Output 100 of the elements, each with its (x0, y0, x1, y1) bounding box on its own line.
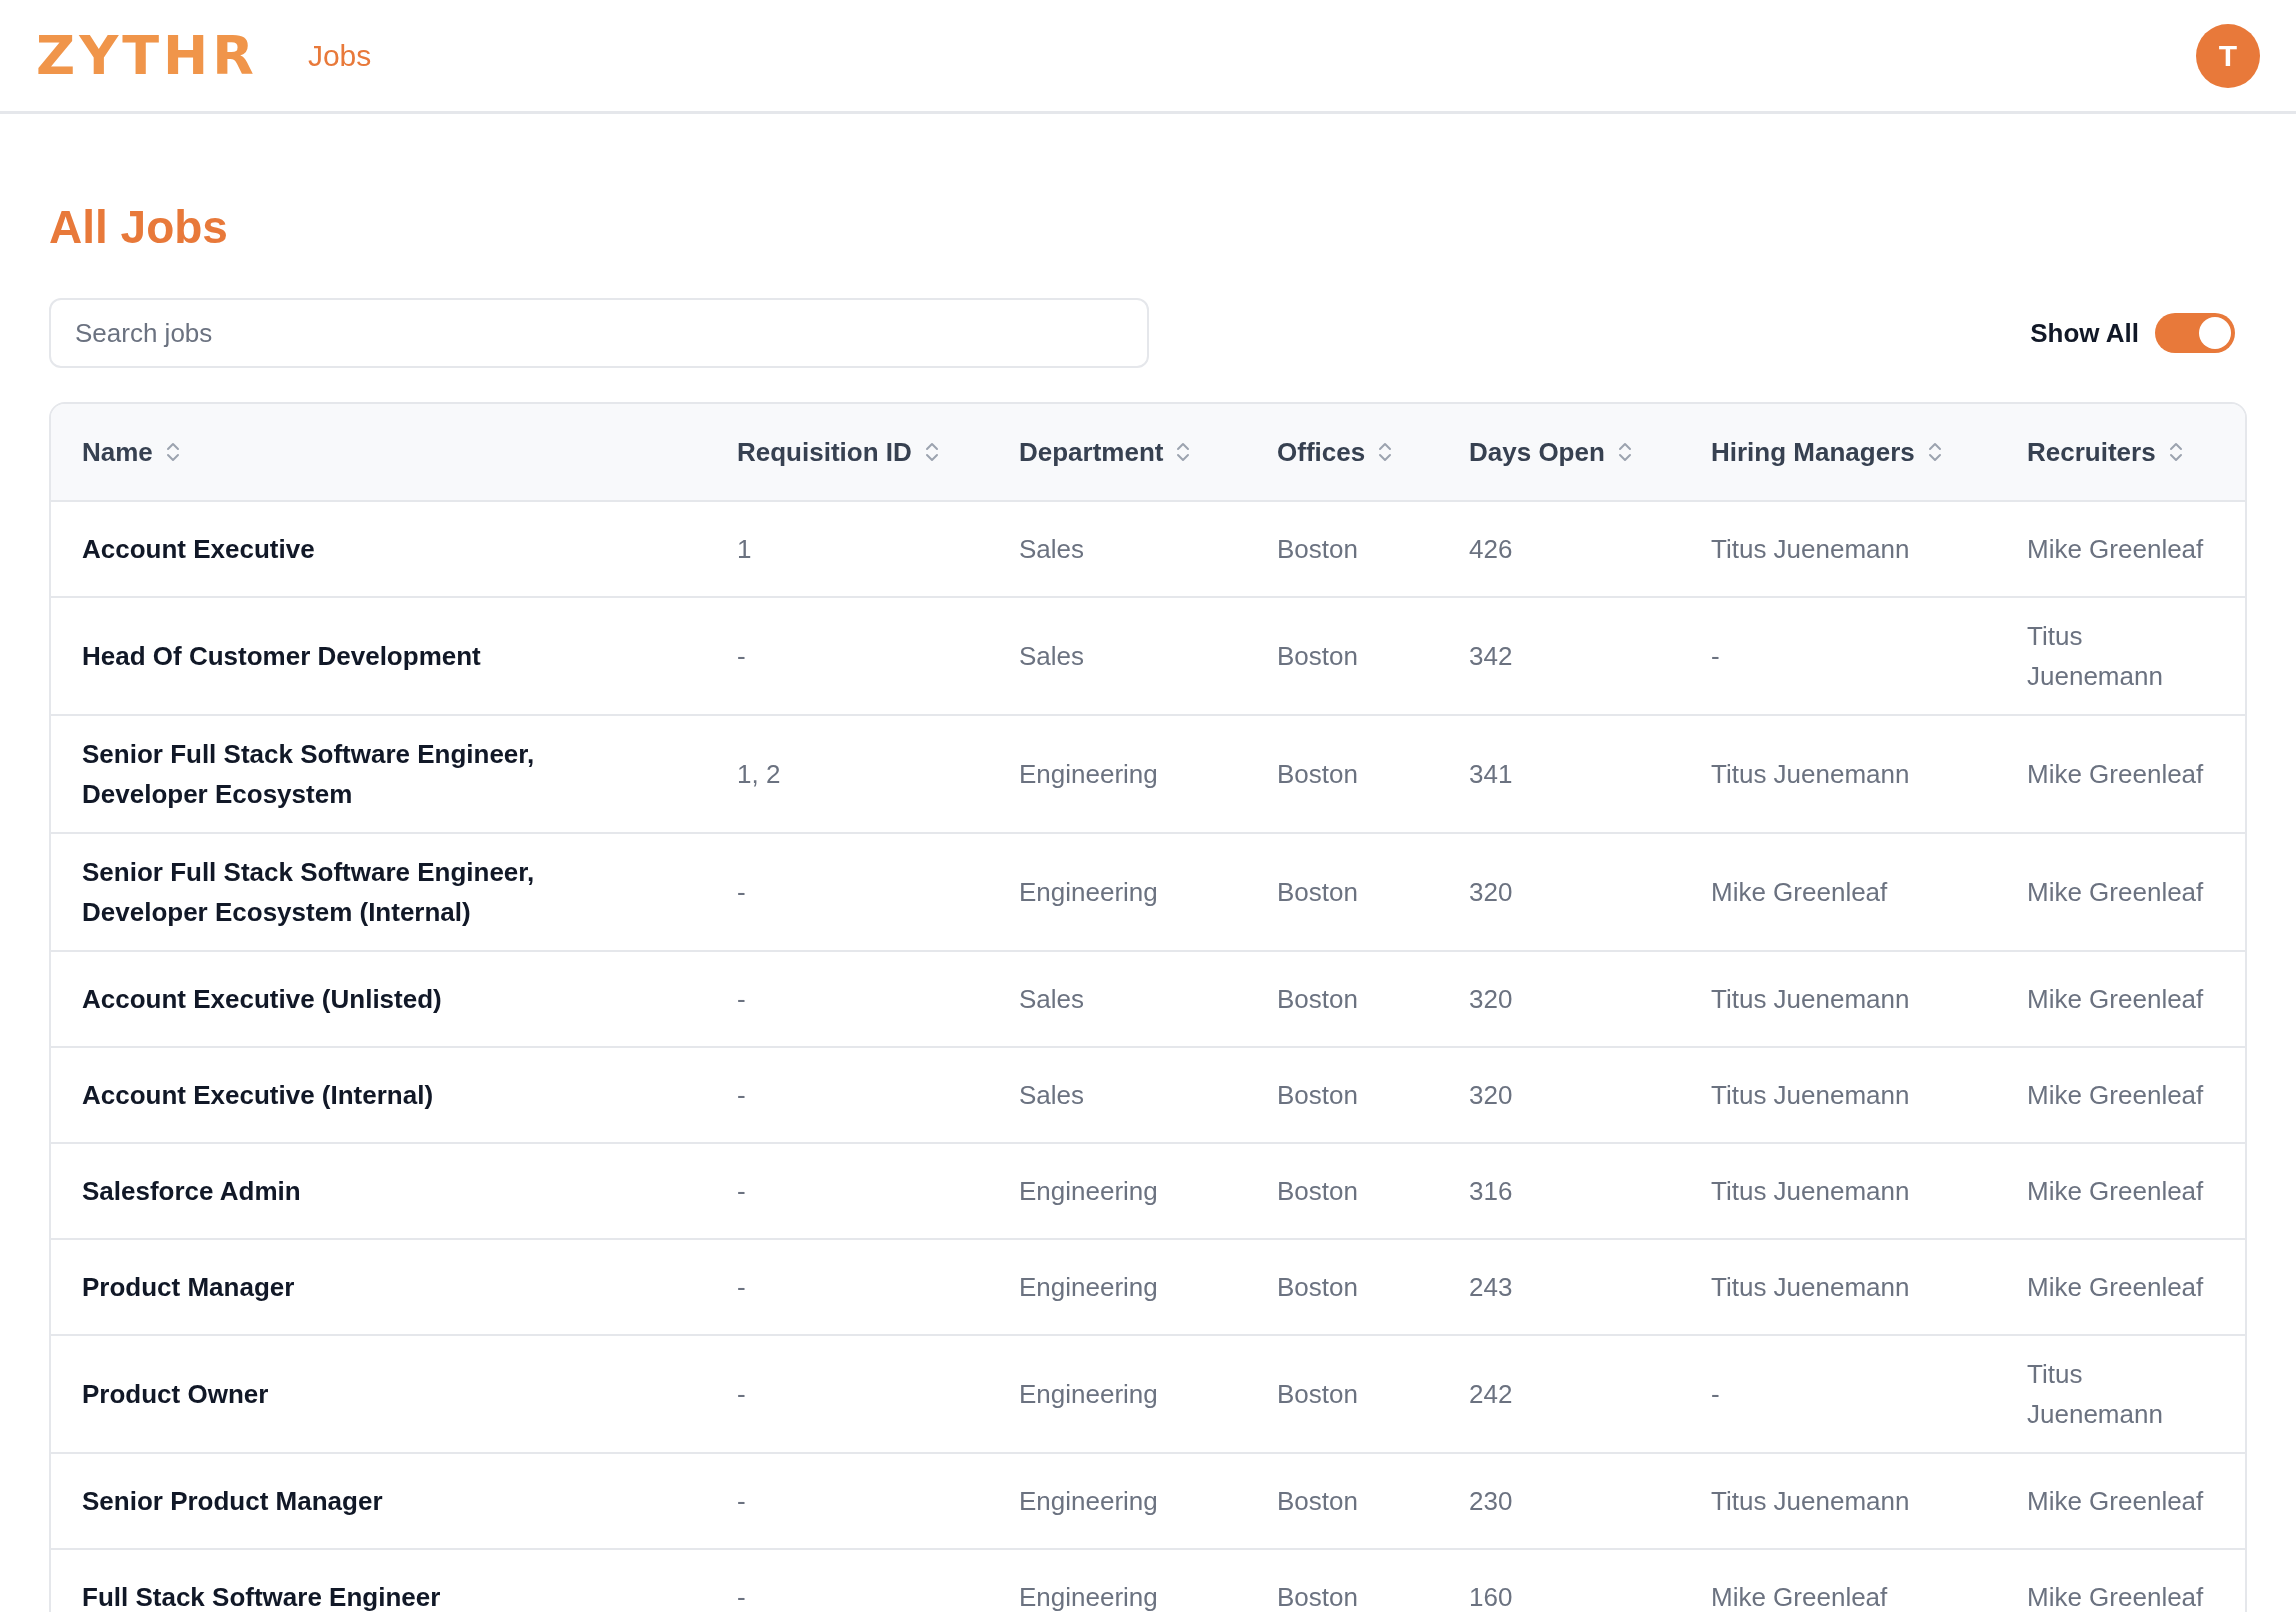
table-cell-text: Mike Greenleaf (2027, 1271, 2205, 1304)
column-header[interactable]: Requisition ID (737, 432, 944, 472)
table-cell-text: - (737, 640, 747, 673)
table-cell-text: Titus Juenemann (2027, 1358, 2164, 1431)
column-header[interactable]: Offices (1277, 432, 1398, 472)
table-cell-text: Mike Greenleaf (2027, 758, 2205, 791)
column-header[interactable]: Days Open (1469, 432, 1637, 472)
table-cell-text: Engineering (1019, 1485, 1159, 1518)
job-name: Account Executive (Internal) (82, 1079, 435, 1112)
job-name: Senior Full Stack Software Engineer, Developer Ecosystem (82, 738, 536, 811)
job-name: Senior Full Stack Software Engineer, Developer Ecosystem (Internal) (82, 856, 536, 929)
table-row[interactable]: Senior Full Stack Software Engineer, Developer Ecosystem (Internal) - Engineering Boston 320 Mike Greenleaf Mike Greenleaf (51, 832, 2245, 950)
column-header[interactable]: Hiring Managers (1711, 432, 1947, 472)
table-cell-text: Boston (1277, 983, 1359, 1016)
table-cell-text: Boston (1277, 1581, 1359, 1612)
table-cell-text: - (737, 876, 747, 909)
toggle-switch[interactable] (2155, 313, 2235, 353)
table-cell-text: 342 (1469, 640, 1514, 673)
table-cell-text: Titus Juenemann (1711, 983, 1911, 1016)
table-cell-text: Boston (1277, 1175, 1359, 1208)
table-cell-text: Engineering (1019, 1175, 1159, 1208)
table-cell-text: - (737, 1079, 747, 1112)
table-row[interactable]: Head Of Customer Development - Sales Boston 342 - Titus Juenemann (51, 596, 2245, 714)
table-cell-text: Titus Juenemann (1711, 1079, 1911, 1112)
table-cell-text: 320 (1469, 983, 1514, 1016)
table-row[interactable]: Senior Product Manager - Engineering Boston 230 Titus Juenemann Mike Greenleaf (51, 1452, 2245, 1548)
job-name: Head Of Customer Development (82, 640, 482, 673)
column-header[interactable]: Department (1019, 432, 1196, 472)
table-cell-text: 160 (1469, 1581, 1514, 1612)
table-cell-text: Boston (1277, 640, 1359, 673)
job-name: Account Executive (82, 533, 316, 566)
table-cell-text: Mike Greenleaf (2027, 1581, 2205, 1612)
page-title: All Jobs (49, 204, 229, 250)
table-cell-text: - (737, 983, 747, 1016)
table-cell-text: Mike Greenleaf (2027, 876, 2205, 909)
toggle-label: Show All (2030, 316, 2139, 350)
table-cell-text: Mike Greenleaf (2027, 1079, 2205, 1112)
table-cell-text: Mike Greenleaf (1711, 1581, 1889, 1612)
table-cell-text: 316 (1469, 1175, 1514, 1208)
table-cell-text: Boston (1277, 1079, 1359, 1112)
table-row[interactable]: Product Owner - Engineering Boston 242 - Titus Juenemann (51, 1334, 2245, 1452)
table-cell-text: Mike Greenleaf (2027, 983, 2205, 1016)
table-cell-text: Engineering (1019, 1271, 1159, 1304)
table-cell-text: - (737, 1581, 747, 1612)
table-cell-text: Titus Juenemann (1711, 758, 1911, 791)
table-cell-text: 341 (1469, 758, 1514, 791)
table-cell-text: Boston (1277, 533, 1359, 566)
job-name: Full Stack Software Engineer (82, 1581, 442, 1612)
table-cell-text: Boston (1277, 1271, 1359, 1304)
table-cell-text: 242 (1469, 1378, 1514, 1411)
table-cell-text: Boston (1277, 1485, 1359, 1518)
table-cell-text: - (1711, 640, 1721, 673)
table-cell-text: Titus Juenemann (1711, 533, 1911, 566)
table-row[interactable]: Account Executive (Internal) - Sales Boston 320 Titus Juenemann Mike Greenleaf (51, 1046, 2245, 1142)
table-cell-text: Boston (1277, 758, 1359, 791)
table-cell-text: - (737, 1485, 747, 1518)
table-row[interactable]: Account Executive (Unlisted) - Sales Boston 320 Titus Juenemann Mike Greenleaf (51, 950, 2245, 1046)
table-cell-text: Titus Juenemann (1711, 1485, 1911, 1518)
table-row[interactable]: Salesforce Admin - Engineering Boston 316 Titus Juenemann Mike Greenleaf (51, 1142, 2245, 1238)
job-name: Senior Product Manager (82, 1485, 384, 1518)
table-row[interactable]: Product Manager - Engineering Boston 243 Titus Juenemann Mike Greenleaf (51, 1238, 2245, 1334)
table-row[interactable]: Full Stack Software Engineer - Engineering Boston 160 Mike Greenleaf Mike Greenleaf (51, 1548, 2245, 1612)
job-name: Product Manager (82, 1271, 296, 1304)
table-cell-text: - (737, 1378, 747, 1411)
table-cell-text: Engineering (1019, 876, 1159, 909)
table-cell-text: Mike Greenleaf (1711, 876, 1889, 909)
table-row[interactable]: Account Executive 1 Sales Boston 426 Titus Juenemann Mike Greenleaf (51, 500, 2245, 596)
job-name: Salesforce Admin (82, 1175, 302, 1208)
table-cell-text: 1, 2 (737, 758, 782, 791)
table-cell-text: Engineering (1019, 1581, 1159, 1612)
table-cell-text: Titus Juenemann (1711, 1271, 1911, 1304)
table-cell-text: Mike Greenleaf (2027, 533, 2205, 566)
table-cell-text: Engineering (1019, 1378, 1159, 1411)
search-field[interactable]: Search jobs (49, 298, 1149, 368)
table-cell-text: Boston (1277, 1378, 1359, 1411)
table-cell-text: Mike Greenleaf (2027, 1175, 2205, 1208)
job-name: Product Owner (82, 1378, 270, 1411)
table-cell-text: Sales (1019, 533, 1086, 566)
table-cell-text: - (737, 1175, 747, 1208)
table-cell-text: Sales (1019, 1079, 1086, 1112)
table-cell-text: - (1711, 1378, 1721, 1411)
table-cell-text: Sales (1019, 983, 1086, 1016)
column-header[interactable]: Recruiters (2027, 432, 2188, 472)
table-cell-text: Titus Juenemann (2027, 620, 2164, 693)
table-cell-text: Boston (1277, 876, 1359, 909)
logo: ZYTHR (36, 23, 258, 89)
table-cell-text: - (737, 1271, 747, 1304)
table-cell-text: 230 (1469, 1485, 1514, 1518)
table-cell-text: 320 (1469, 876, 1514, 909)
table-cell-text: Mike Greenleaf (2027, 1485, 2205, 1518)
table-cell-text: Engineering (1019, 758, 1159, 791)
table-cell-text: Titus Juenemann (1711, 1175, 1911, 1208)
job-name: Account Executive (Unlisted) (82, 983, 443, 1016)
table-cell-text: Sales (1019, 640, 1086, 673)
table-cell-text: 243 (1469, 1271, 1514, 1304)
table-cell-text: 1 (737, 533, 753, 566)
table-cell-text: 320 (1469, 1079, 1514, 1112)
table-cell-text: 426 (1469, 533, 1514, 566)
column-header[interactable]: Name (82, 432, 185, 472)
table-row[interactable]: Senior Full Stack Software Engineer, Developer Ecosystem 1, 2 Engineering Boston 341 Titus Juenemann Mike Greenleaf (51, 714, 2245, 832)
